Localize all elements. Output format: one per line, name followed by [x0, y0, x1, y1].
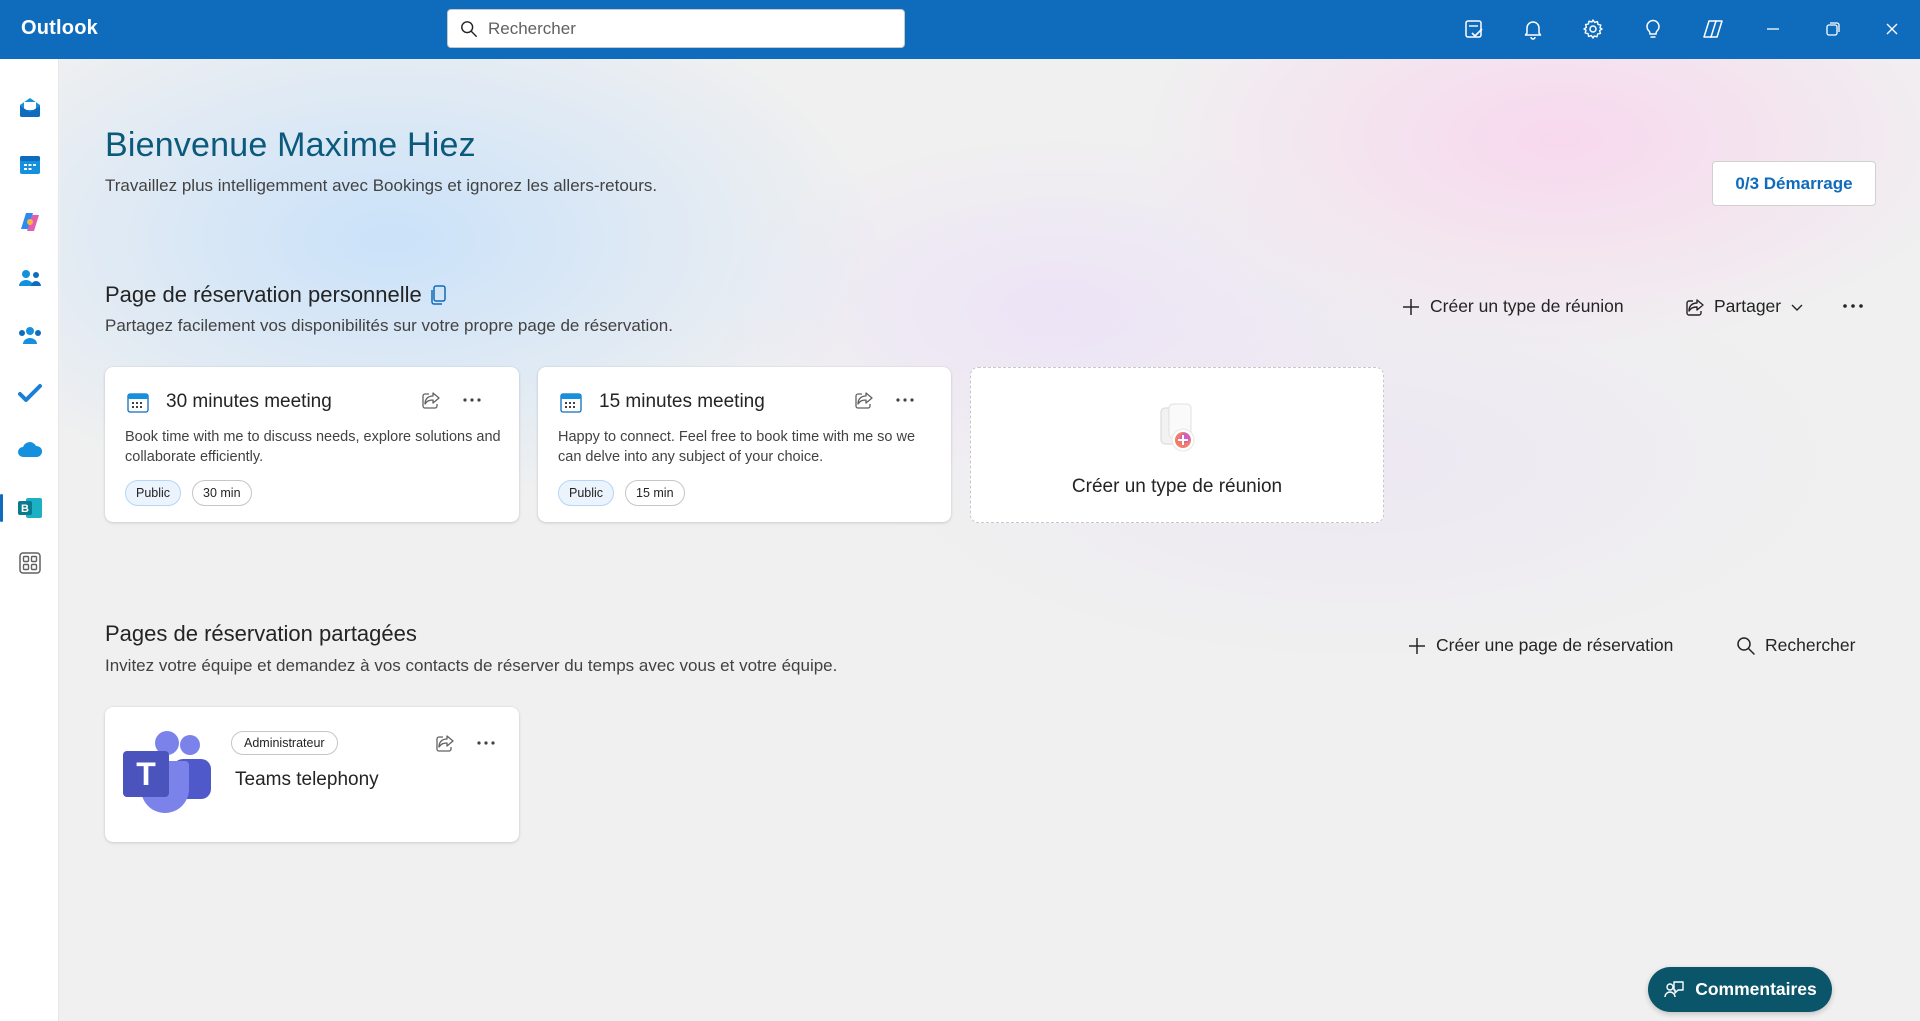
share-icon — [422, 392, 440, 409]
shared-search-label: Rechercher — [1765, 635, 1856, 655]
title-bar: Outlook — [0, 0, 1920, 59]
lightbulb-icon[interactable] — [1638, 14, 1668, 44]
card-share-button[interactable] — [432, 730, 458, 756]
more-horizontal-icon — [477, 741, 495, 745]
create-meeting-type-card[interactable]: Créer un type de réunion — [970, 367, 1384, 523]
visibility-badge: Public — [558, 480, 615, 506]
app-rail: B — [0, 59, 59, 1021]
duration-badge: 15 min — [625, 480, 685, 506]
gear-icon[interactable] — [1578, 14, 1608, 44]
main-content: Bienvenue Maxime Hiez Travaillez plus in… — [60, 59, 1920, 1021]
create-meeting-type-label: Créer un type de réunion — [1430, 296, 1624, 316]
close-icon[interactable] — [1877, 14, 1907, 44]
plus-icon — [1403, 298, 1419, 315]
more-horizontal-icon — [463, 398, 481, 402]
shared-section-title: Pages de réservation partagées — [105, 621, 417, 646]
card-more-button[interactable] — [459, 387, 485, 413]
copilot-icon[interactable] — [1698, 14, 1728, 44]
shared-booking-page-title: Teams telephony — [235, 769, 379, 790]
share-button[interactable]: Partager — [1685, 296, 1804, 317]
card-more-button[interactable] — [473, 730, 499, 756]
visibility-badge: Public — [125, 480, 182, 506]
bookings-icon: B — [17, 498, 42, 518]
new-meeting-type-icon — [1160, 403, 1195, 452]
getting-started-button[interactable]: 0/3 Démarrage — [1712, 161, 1876, 206]
search-icon — [1737, 636, 1755, 655]
notes-check-icon[interactable] — [1459, 14, 1489, 44]
meeting-type-title: 30 minutes meeting — [166, 391, 332, 412]
search-icon — [461, 20, 477, 37]
meeting-type-card[interactable]: 15 minutes meeting Happy to connect. Fee… — [538, 367, 951, 522]
duration-badge: 30 min — [192, 480, 252, 506]
minimize-icon[interactable] — [1758, 14, 1788, 44]
shared-booking-page-card[interactable]: T Administrateur Teams telephony — [105, 707, 519, 842]
todo-check-icon — [17, 384, 42, 402]
share-icon — [436, 735, 454, 752]
copilot-icon — [20, 213, 39, 231]
people-icon — [18, 270, 41, 286]
teams-logo-icon: T — [123, 731, 211, 813]
rail-item-calendar[interactable] — [0, 143, 59, 187]
restore-icon[interactable] — [1818, 14, 1848, 44]
personal-more-button[interactable] — [1842, 299, 1864, 313]
share-icon — [1686, 298, 1704, 316]
rail-item-todo[interactable] — [0, 371, 59, 415]
calendar-icon — [127, 393, 149, 413]
page-title: Bienvenue Maxime Hiez — [105, 126, 476, 164]
feedback-icon — [1664, 980, 1684, 997]
rail-item-mail[interactable] — [0, 85, 59, 129]
card-share-button[interactable] — [418, 387, 444, 413]
shared-section-subtitle: Invitez votre équipe et demandez à vos c… — [105, 656, 838, 675]
bell-icon[interactable] — [1518, 14, 1548, 44]
mail-icon — [19, 98, 40, 117]
apps-grid-icon — [18, 552, 41, 574]
feedback-button[interactable]: Commentaires — [1648, 967, 1832, 1012]
chevron-down-icon — [1791, 304, 1803, 311]
shared-search-button[interactable]: Rechercher — [1736, 635, 1855, 656]
groups-icon — [18, 327, 41, 344]
feedback-label: Commentaires — [1695, 979, 1817, 999]
meeting-type-card[interactable]: 30 minutes meeting Book time with me to … — [105, 367, 519, 522]
rail-item-onedrive[interactable] — [0, 428, 59, 472]
calendar-icon — [19, 156, 40, 174]
rail-item-bookings[interactable]: B — [0, 486, 59, 530]
card-more-button[interactable] — [892, 387, 918, 413]
search-input[interactable] — [488, 18, 888, 39]
more-horizontal-icon — [1843, 304, 1863, 308]
svg-text:B: B — [21, 503, 29, 515]
share-icon — [855, 392, 873, 409]
role-badge: Administrateur — [231, 731, 338, 755]
rail-item-people[interactable] — [0, 256, 59, 300]
plus-icon — [1409, 637, 1425, 654]
meeting-type-description: Happy to connect. Feel free to book time… — [558, 429, 916, 465]
card-share-button[interactable] — [851, 387, 877, 413]
svg-text:T: T — [136, 756, 156, 792]
rail-item-copilot[interactable] — [0, 200, 59, 244]
rail-item-more-apps[interactable] — [0, 541, 59, 585]
calendar-icon — [560, 393, 582, 413]
meeting-type-title: 15 minutes meeting — [599, 391, 765, 412]
share-label: Partager — [1714, 296, 1782, 316]
personal-section-header: Page de réservation personnelle — [105, 282, 448, 308]
personal-section-subtitle: Partagez facilement vos disponibilités s… — [105, 316, 673, 335]
meeting-type-description: Book time with me to discuss needs, expl… — [125, 429, 501, 465]
app-title: Outlook — [21, 17, 98, 39]
copy-icon[interactable] — [430, 284, 448, 306]
rail-item-groups[interactable] — [0, 313, 59, 357]
create-booking-page-label: Créer une page de réservation — [1436, 635, 1674, 655]
cloud-icon — [17, 442, 42, 457]
page-subtitle: Travaillez plus intelligemment avec Book… — [105, 176, 658, 195]
create-booking-page-button[interactable]: Créer une page de réservation — [1407, 635, 1673, 656]
create-meeting-type-card-label: Créer un type de réunion — [1071, 476, 1283, 497]
more-horizontal-icon — [896, 398, 914, 402]
personal-section-title: Page de réservation personnelle — [105, 282, 422, 307]
search-box[interactable] — [447, 9, 905, 48]
create-meeting-type-button[interactable]: Créer un type de réunion — [1401, 296, 1624, 317]
